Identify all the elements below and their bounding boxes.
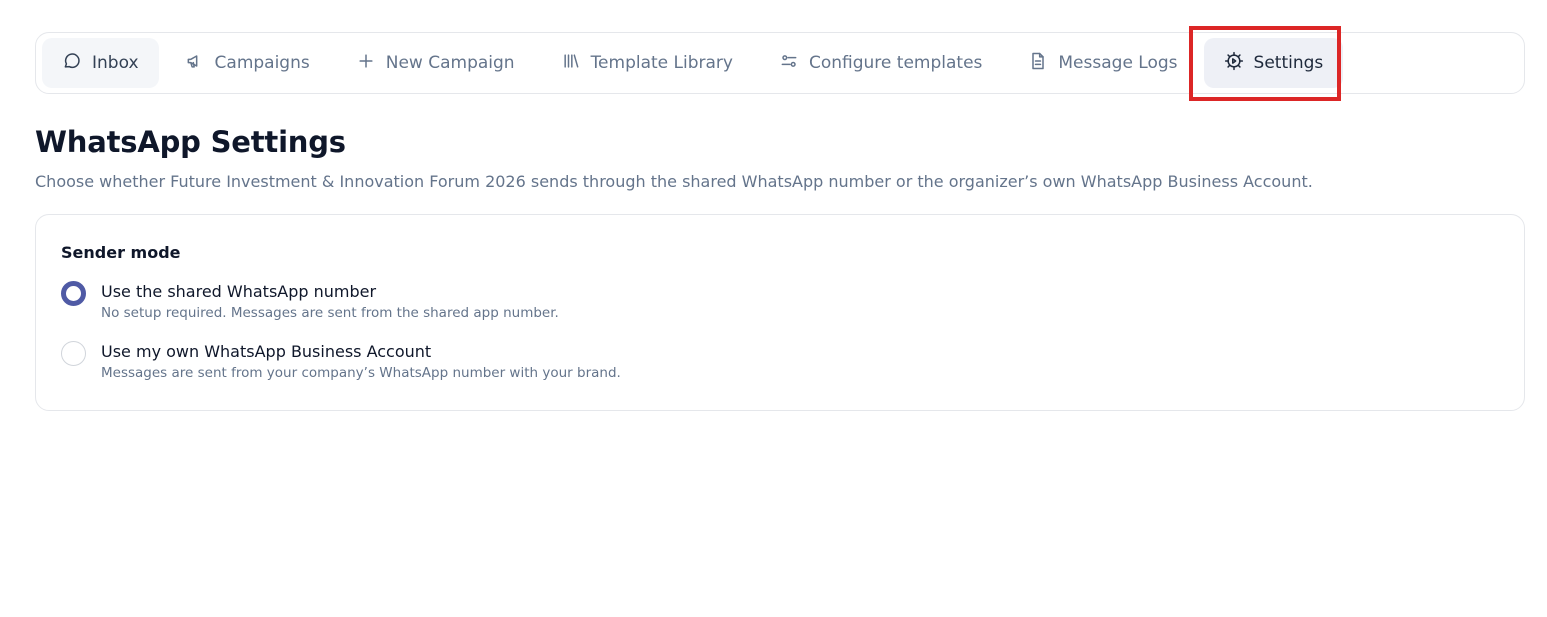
tab-settings[interactable]: Settings [1203,38,1344,88]
chat-bubble-icon [62,51,82,76]
library-icon [561,51,581,76]
sliders-icon [779,51,799,76]
option-description: Messages are sent from your company’s Wh… [101,365,621,381]
option-shared-number[interactable]: Use the shared WhatsApp number No setup … [61,281,559,323]
option-own-business-account[interactable]: Use my own WhatsApp Business Account Mes… [61,341,621,383]
tab-label: New Campaign [385,53,515,73]
megaphone-icon [185,51,205,76]
tab-inbox[interactable]: Inbox [42,38,159,88]
page-title: WhatsApp Settings [35,125,346,159]
tab-template-library[interactable]: Template Library [541,38,753,88]
radio-shared-number[interactable] [61,281,86,306]
tab-message-logs[interactable]: Message Logs [1008,38,1197,88]
tab-new-campaign[interactable]: New Campaign [336,38,535,88]
page-subtitle: Choose whether Future Investment & Innov… [35,172,1313,191]
gear-icon [1224,51,1244,76]
tab-configure-templates[interactable]: Configure templates [759,38,1002,88]
tab-label: Settings [1253,53,1324,73]
option-title: Use the shared WhatsApp number [101,282,377,301]
tab-label: Configure templates [808,53,983,73]
tab-label: Inbox [92,53,139,73]
option-description: No setup required. Messages are sent fro… [101,305,559,321]
tab-campaigns[interactable]: Campaigns [165,38,330,88]
option-title: Use my own WhatsApp Business Account [101,342,432,361]
tab-label: Message Logs [1058,53,1178,73]
document-icon [1028,51,1048,76]
sender-mode-card: Sender mode Use the shared WhatsApp numb… [35,214,1525,411]
radio-own-business-account[interactable] [61,341,86,366]
plus-icon [356,51,376,76]
tab-bar: Inbox Campaigns New Campaign Template Li… [35,32,1525,94]
sender-mode-label: Sender mode [61,243,181,262]
tab-label: Campaigns [214,53,310,73]
tab-label: Template Library [590,53,733,73]
